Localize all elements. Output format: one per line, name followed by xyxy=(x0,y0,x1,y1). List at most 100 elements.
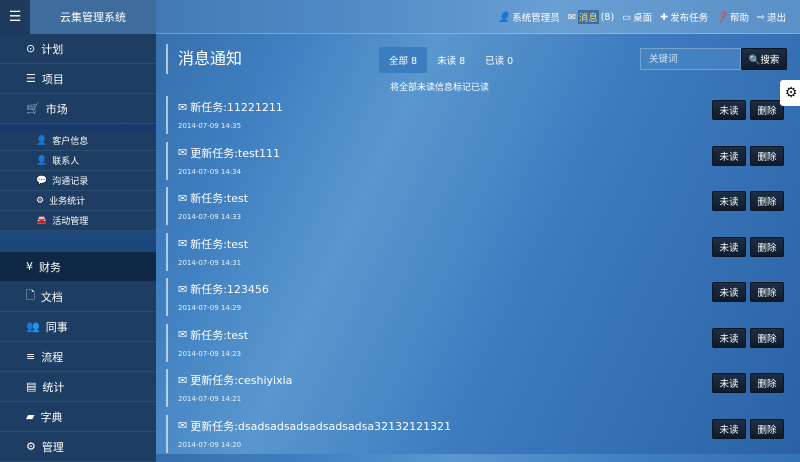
tab-read[interactable]: 已读 0 xyxy=(475,47,523,73)
hamburger-icon: ☰ xyxy=(8,9,22,25)
mark-unread-button[interactable]: 未读 xyxy=(712,282,746,302)
mark-unread-button[interactable]: 未读 xyxy=(712,418,746,439)
file-icon: 🗋 xyxy=(26,289,35,302)
filter-tabs: 全部 8 未读 8 已读 0 xyxy=(379,47,523,73)
cog-icon: ⚙ xyxy=(26,440,36,453)
messages-link[interactable]: ✉ 消息 (8) xyxy=(568,10,614,24)
sidebar-item-label: 市场 xyxy=(45,102,68,116)
envelope-icon: ✉ xyxy=(178,237,188,250)
delete-button[interactable]: 删除 xyxy=(750,145,784,166)
sidebar-item-tasks[interactable]: ≡ 流程 xyxy=(0,342,156,372)
message-item: ✉ 新任务:test 2014-07-09 14:23 未读 删除 xyxy=(166,323,786,362)
message-date: 2014-07-09 14:21 xyxy=(178,395,242,403)
delete-button[interactable]: 删除 xyxy=(750,100,784,120)
cart-icon: 🛒 xyxy=(26,102,40,115)
clock-icon: ⊙ xyxy=(26,42,36,55)
envelope-icon: ✉ xyxy=(178,328,188,341)
sidebar-item-label: 联系人 xyxy=(52,157,80,167)
envelope-icon: ✉ xyxy=(178,191,188,205)
sidebar-item-user[interactable]: 👤 客户信息 xyxy=(0,131,156,151)
user-link[interactable]: 👤 系统管理员 xyxy=(498,10,559,25)
sidebar-item-label: 流程 xyxy=(41,350,64,364)
mark-unread-button[interactable]: 未读 xyxy=(712,327,746,348)
message-title-link[interactable]: ✉ 更新任务:dsadsadsadsadsadsadsa32132121321 xyxy=(178,418,786,434)
message-date: 2014-07-09 14:31 xyxy=(178,258,242,267)
message-item: ✉ 新任务:123456 2014-07-09 14:29 未读 删除 xyxy=(166,278,786,316)
help-link[interactable]: ❓ 帮助 xyxy=(716,10,749,25)
logout-link[interactable]: ⇨ 退出 xyxy=(757,10,786,25)
group-icon: 👥 xyxy=(26,320,40,333)
sidebar: ⊙ 计划 ☰ 项目 🛒 市场 👤 客户信息 👤 联系人 💬 沟通记录 ⚙ 业务统计 🚘 活动管理 ¥ 财务 🗋 文档 👥… xyxy=(0,34,156,462)
sidebar-item-cog[interactable]: ⚙ 管理 xyxy=(0,432,156,462)
message-title-link[interactable]: ✉ 新任务:test xyxy=(178,236,786,252)
user-icon: 👤 xyxy=(498,11,511,23)
delete-button[interactable]: 删除 xyxy=(750,418,784,439)
search-input[interactable] xyxy=(640,48,741,70)
mark-unread-button[interactable]: 未读 xyxy=(712,100,746,120)
message-date: 2014-07-09 14:23 xyxy=(178,349,242,358)
question-icon: ❓ xyxy=(716,11,728,23)
publish-task-link[interactable]: ✚ 发布任务 xyxy=(660,10,708,25)
message-title-link[interactable]: ✉ 新任务:test xyxy=(178,327,786,343)
sidebar-item-list[interactable]: ☰ 项目 xyxy=(0,64,156,94)
mark-all-read-link[interactable]: 将全部未读信息标记已读 xyxy=(390,80,489,93)
message-item: ✉ 新任务:test 2014-07-09 14:31 未读 删除 xyxy=(166,232,786,271)
sidebar-item-book[interactable]: ▰ 字典 xyxy=(0,402,156,432)
mark-unread-button[interactable]: 未读 xyxy=(712,191,746,211)
sidebar-item-label: 字典 xyxy=(40,410,63,424)
search-icon: 🔍 xyxy=(748,55,761,66)
sidebar-item-clock[interactable]: ⊙ 计划 xyxy=(0,34,156,64)
market-submenu: 👤 客户信息 👤 联系人 💬 沟通记录 ⚙ 业务统计 🚘 活动管理 xyxy=(0,124,156,252)
mark-unread-button[interactable]: 未读 xyxy=(712,236,746,257)
tab-unread[interactable]: 未读 8 xyxy=(427,47,475,73)
sidebar-item-label: 项目 xyxy=(41,72,64,86)
menu-toggle-button[interactable]: ☰ xyxy=(0,0,30,34)
tab-all[interactable]: 全部 8 xyxy=(379,47,428,73)
user-icon: 👤 xyxy=(36,135,48,146)
sidebar-item-comments[interactable]: 💬 沟通记录 xyxy=(0,171,156,191)
sidebar-item-label: 计划 xyxy=(41,42,64,56)
delete-button[interactable]: 删除 xyxy=(750,191,784,211)
message-title-link[interactable]: ✉ 新任务:11221211 xyxy=(178,99,786,115)
sidebar-item-label: 客户信息 xyxy=(52,137,89,147)
mark-unread-button[interactable]: 未读 xyxy=(712,373,746,393)
delete-button[interactable]: 删除 xyxy=(750,373,784,393)
app-title: 云集管理系统 xyxy=(30,0,156,34)
sidebar-item-cogs[interactable]: ⚙ 业务统计 xyxy=(0,191,156,211)
gear-icon: ⚙ xyxy=(784,85,798,101)
sidebar-item-user[interactable]: 👤 联系人 xyxy=(0,151,156,171)
message-item: ✉ 更新任务:test111 2014-07-09 14:34 未读 删除 xyxy=(166,141,786,180)
sidebar-item-label: 业务统计 xyxy=(49,197,86,207)
user-icon: 👤 xyxy=(36,155,48,166)
sidebar-item-file[interactable]: 🗋 文档 xyxy=(0,282,156,312)
delete-button[interactable]: 删除 xyxy=(750,236,784,257)
comments-icon: 💬 xyxy=(36,175,48,186)
sidebar-item-chart[interactable]: ▤ 统计 xyxy=(0,372,156,402)
search-button[interactable]: 🔍搜索 xyxy=(741,48,787,70)
sidebar-item-group[interactable]: 👥 同事 xyxy=(0,312,156,342)
sidebar-item-car[interactable]: 🚘 活动管理 xyxy=(0,211,156,231)
sidebar-item-label: 活动管理 xyxy=(52,217,89,227)
message-title-link[interactable]: ✉ 更新任务:ceshiyixia xyxy=(178,372,786,388)
envelope-icon: ✉ xyxy=(178,146,188,159)
settings-gear-button[interactable]: ⚙ xyxy=(780,80,800,106)
delete-button[interactable]: 删除 xyxy=(750,327,784,348)
sidebar-item-yen[interactable]: ¥ 财务 xyxy=(0,252,156,282)
mark-unread-button[interactable]: 未读 xyxy=(712,145,746,166)
message-title-link[interactable]: ✉ 新任务:123456 xyxy=(178,281,786,297)
envelope-icon: ✉ xyxy=(178,419,188,432)
yen-icon: ¥ xyxy=(26,260,33,273)
desktop-link[interactable]: ▭ 桌面 xyxy=(622,10,652,25)
sidebar-item-label: 统计 xyxy=(42,380,65,394)
sidebar-item-label: 文档 xyxy=(40,290,63,304)
message-title-link[interactable]: ✉ 更新任务:test111 xyxy=(178,145,786,161)
envelope-icon: ✉ xyxy=(178,282,188,296)
message-date: 2014-07-09 14:35 xyxy=(178,122,242,130)
chart-icon: ▤ xyxy=(26,380,37,393)
sidebar-item-cart[interactable]: 🛒 市场 xyxy=(0,94,156,124)
car-icon: 🚘 xyxy=(36,215,48,226)
delete-button[interactable]: 删除 xyxy=(750,282,784,302)
cogs-icon: ⚙ xyxy=(36,195,45,206)
message-title-link[interactable]: ✉ 新任务:test xyxy=(178,190,786,206)
top-nav: 👤 系统管理员 ✉ 消息 (8) ▭ 桌面 ✚ 发布任务 ❓ 帮助 ⇨ 退出 xyxy=(498,0,786,34)
